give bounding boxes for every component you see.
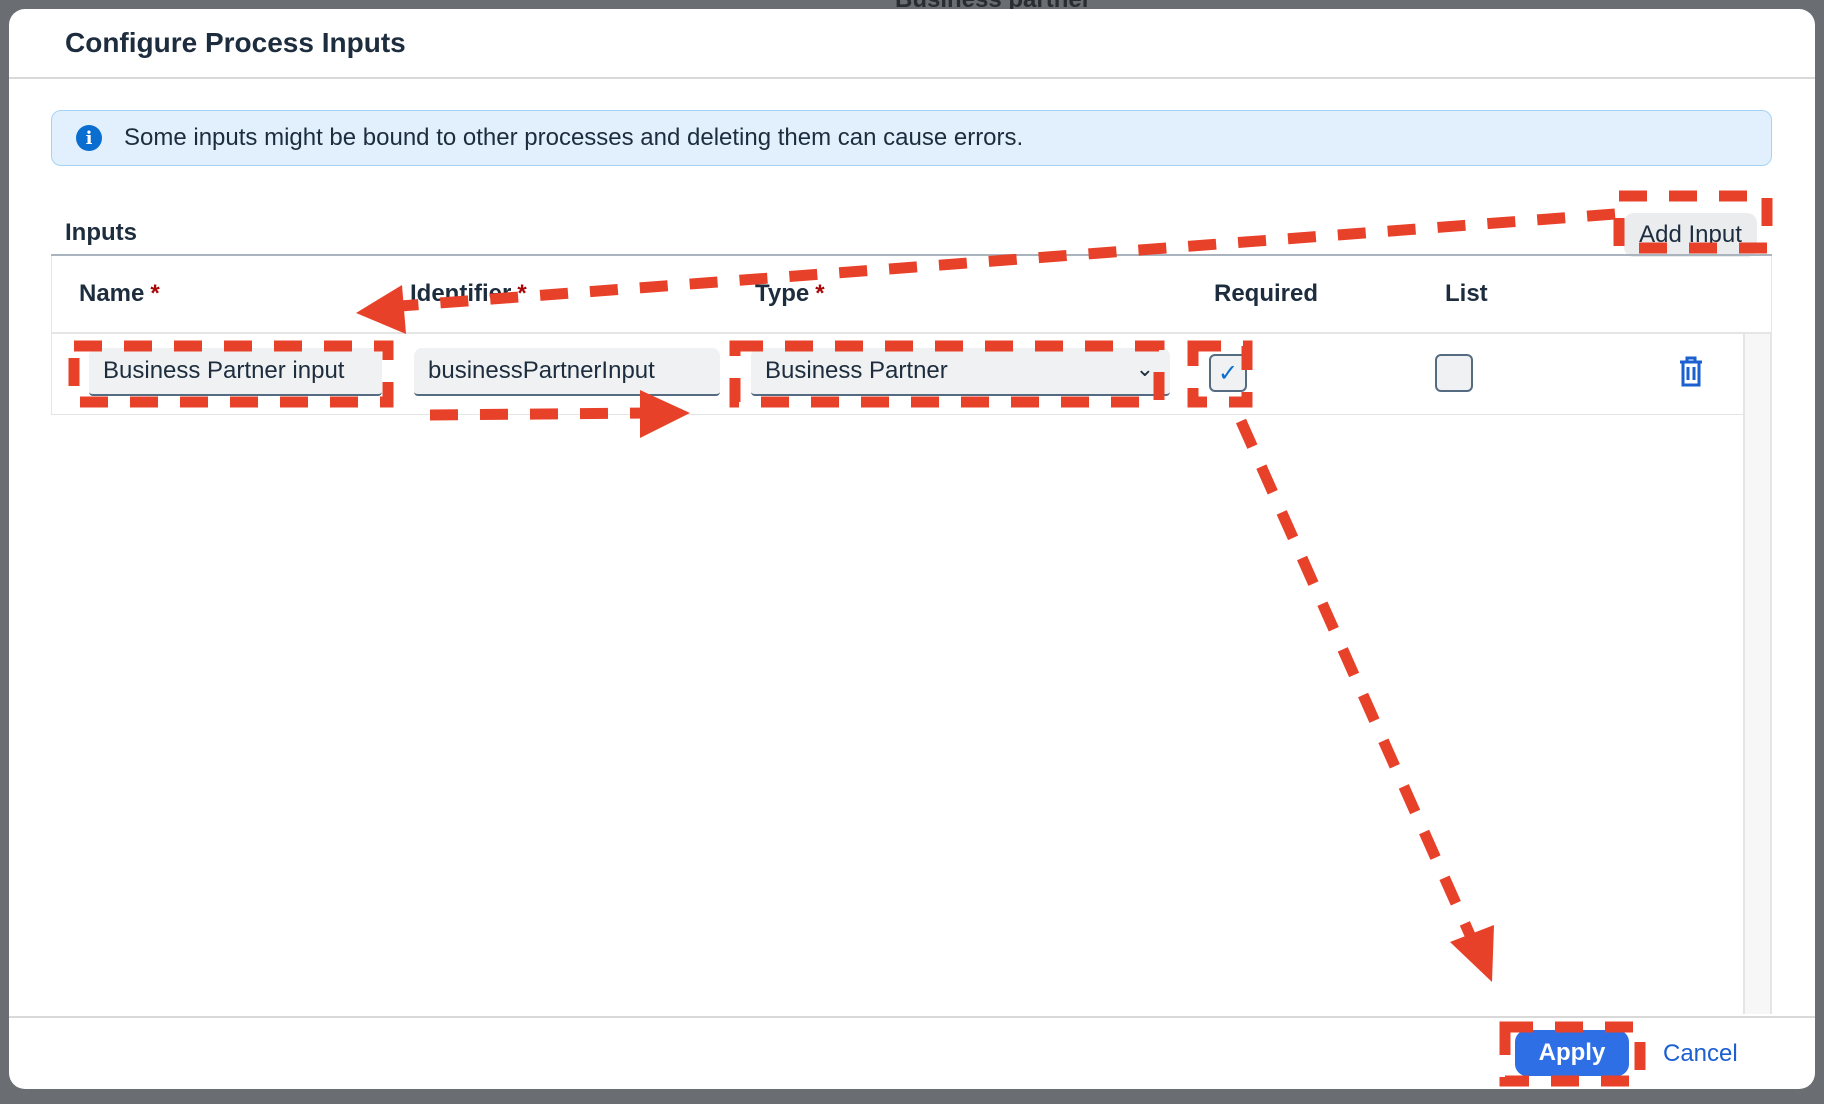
column-header-list: List: [1445, 280, 1488, 307]
section-title: Inputs: [65, 219, 137, 246]
table-header: Name * Identifier * Type * Required List: [51, 256, 1772, 334]
identifier-input[interactable]: businessPartnerInput: [414, 348, 720, 396]
column-header-name: Name *: [79, 280, 160, 308]
info-message: Some inputs might be bound to other proc…: [124, 124, 1024, 151]
column-header-identifier: Identifier *: [410, 280, 527, 308]
column-label: Name: [79, 280, 145, 307]
cancel-button[interactable]: Cancel: [1663, 1040, 1738, 1068]
add-input-button[interactable]: Add Input: [1624, 213, 1757, 257]
apply-button[interactable]: Apply: [1515, 1030, 1629, 1076]
required-checkbox[interactable]: ✓: [1209, 354, 1247, 392]
column-header-required: Required: [1214, 280, 1319, 307]
info-icon: i: [76, 125, 102, 151]
configure-process-inputs-dialog: Configure Process Inputs i Some inputs m…: [9, 9, 1815, 1089]
trash-icon: [1680, 356, 1702, 387]
name-input[interactable]: Business Partner input: [89, 348, 382, 396]
type-select-value: Business Partner: [765, 357, 948, 384]
type-select[interactable]: Business Partner ⌄: [751, 348, 1170, 396]
inputs-table: Name * Identifier * Type * Required List Bu…: [51, 254, 1772, 1014]
dialog-footer: Apply Cancel: [9, 1016, 1815, 1089]
info-strip: i Some inputs might be bound to other pr…: [51, 110, 1772, 166]
required-marker: *: [517, 280, 527, 307]
dialog-title: Configure Process Inputs: [65, 27, 406, 58]
column-label: Identifier: [410, 280, 512, 307]
list-checkbox[interactable]: [1435, 354, 1473, 392]
dialog-header: Configure Process Inputs: [9, 9, 1815, 79]
delete-row-button[interactable]: [1678, 356, 1704, 393]
required-marker: *: [150, 280, 160, 307]
table-row: Business Partner input businessPartnerIn…: [51, 334, 1743, 415]
chevron-down-icon: ⌄: [1135, 356, 1154, 381]
column-label: Type: [755, 280, 810, 307]
column-header-type: Type *: [755, 280, 825, 308]
vertical-scrollbar[interactable]: [1743, 334, 1772, 1014]
checkmark-icon: ✓: [1217, 359, 1239, 387]
required-marker: *: [815, 280, 825, 307]
